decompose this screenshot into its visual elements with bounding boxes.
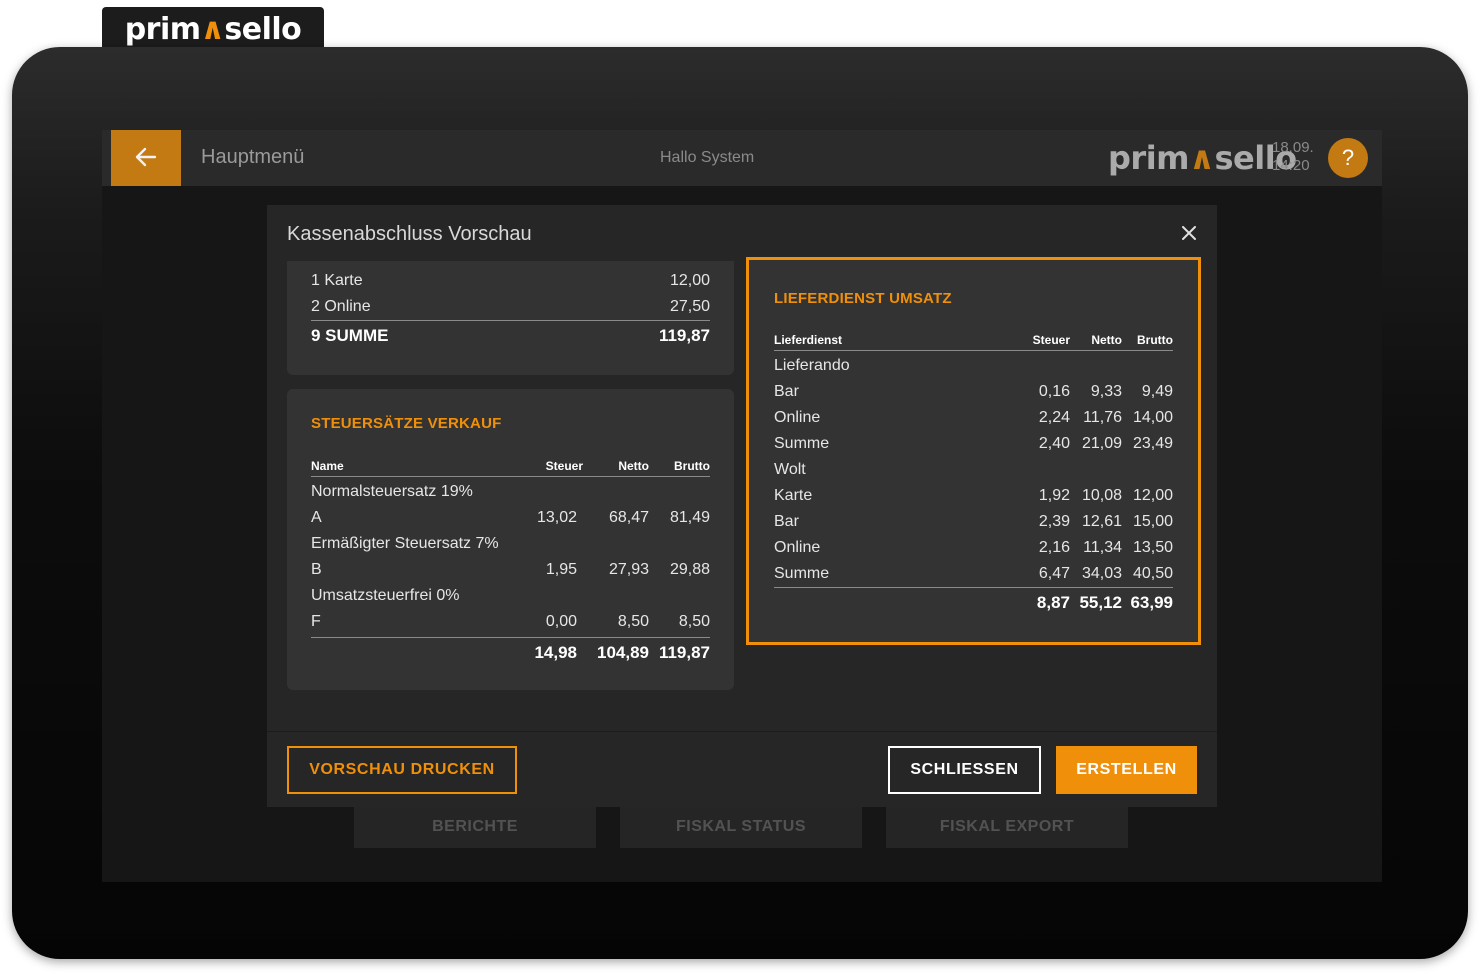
cell-steuer: 2,16 [1038,539,1070,556]
cell-netto: 68,47 [608,509,649,526]
cell-name: Bar [774,383,799,400]
tax-rates-title: STEUERSÄTZE VERKAUF [311,415,502,432]
payment-total-row: 9 SUMME 119,87 [311,320,710,350]
cell-name: Lieferando [774,357,850,374]
delivery-revenue-card: LIEFERDIENST UMSATZ Lieferdienst Steuer … [746,257,1201,645]
cell-name: F [311,613,321,630]
close-dialog-button[interactable]: SCHLIESSEN [888,746,1041,794]
payments-card: 1 Karte 12,00 2 Online 27,50 9 SUMME 119,87 [287,261,734,375]
cell-brutto: 8,50 [678,613,710,630]
menu-title: Hauptmenü [201,146,305,168]
time-text: 14:20 [1272,157,1310,174]
cell-netto: 10,08 [1081,487,1122,504]
cell-name: Wolt [774,461,806,478]
cell-steuer: 1,92 [1038,487,1070,504]
cell-brutto: 13,50 [1132,539,1173,556]
cell-netto: 12,61 [1081,513,1122,530]
table-row: Online 2,24 11,76 14,00 [774,405,1173,431]
table-row: Ermäßigter Steuersatz 7% [311,531,710,557]
cell-name: A [311,509,322,526]
primasello-logo: prim∧sello [1108,139,1297,177]
table-row: Summe 2,40 21,09 23,49 [774,431,1173,457]
cell-name: Karte [774,487,813,504]
help-button[interactable]: ? [1328,138,1368,178]
cell-netto: 11,34 [1083,539,1122,556]
cell-name: B [311,561,322,578]
delivery-total-row: 8,87 55,12 63,99 [774,587,1173,617]
create-button[interactable]: ERSTELLEN [1056,746,1197,794]
cell-name: Summe [774,565,830,582]
cell-netto: 8,50 [617,613,649,630]
table-header: Name Steuer Netto Brutto [311,455,710,477]
cell-steuer: 2,39 [1038,513,1070,530]
pos-screen: Hauptmenü Hallo System prim∧sello 18.09.… [102,130,1382,882]
cell-name: Umsatzsteuerfrei 0% [311,587,460,604]
cell-name: Normalsteuersatz 19% [311,483,473,500]
brand-tab: prim∧sello [102,7,324,51]
cell-name: Ermäßigter Steuersatz 7% [311,535,499,552]
help-icon: ? [1341,145,1355,170]
table-row: B 1,95 27,93 29,88 [311,557,710,583]
table-row: Wolt [774,457,1173,483]
cell-brutto: 29,88 [669,561,710,578]
close-preview-dialog: Kassenabschluss Vorschau 1 Karte 12,00 2 … [267,205,1217,807]
tax-total-row: 14,98 104,89 119,87 [311,637,710,667]
table-row: Summe 6,47 34,03 40,50 [774,561,1173,587]
tax-rates-card: STEUERSÄTZE VERKAUF Name Steuer Netto Br… [287,389,734,690]
cell-steuer: 0,16 [1038,383,1070,400]
table-header: Lieferdienst Steuer Netto Brutto [774,329,1173,351]
date-time: 18.09. 14:20 [1272,139,1314,175]
cell-name: Summe [774,435,830,452]
back-button[interactable] [111,130,181,186]
cell-brutto: 12,00 [1132,487,1173,504]
payment-row: 2 Online 27,50 [311,298,710,315]
table-row: Bar 2,39 12,61 15,00 [774,509,1173,535]
table-row: A 13,02 68,47 81,49 [311,505,710,531]
table-row: Bar 0,16 9,33 9,49 [774,379,1173,405]
cell-steuer: 6,47 [1038,565,1070,582]
payment-row: 1 Karte 12,00 [311,272,710,289]
table-row: Umsatzsteuerfrei 0% [311,583,710,609]
cell-steuer: 13,02 [536,509,577,526]
table-row: F 0,00 8,50 8,50 [311,609,710,635]
primasello-logo: prim∧sello [124,11,302,47]
cell-steuer: 2,24 [1038,409,1070,426]
cell-brutto: 23,49 [1132,435,1173,452]
print-preview-button[interactable]: VORSCHAU DRUCKEN [287,746,517,794]
cell-brutto: 14,00 [1132,409,1173,426]
close-icon [1182,219,1196,246]
cell-name: Online [774,539,821,556]
dialog-title: Kassenabschluss Vorschau [287,223,532,245]
close-button[interactable] [1177,219,1201,245]
cell-netto: 21,09 [1081,435,1122,452]
greeting-text: Hallo System [660,149,755,166]
top-bar: Hauptmenü Hallo System prim∧sello 18.09.… [102,130,1382,186]
delivery-title: LIEFERDIENST UMSATZ [774,290,952,307]
cell-name: Online [774,409,821,426]
cell-name: Bar [774,513,799,530]
cell-netto: 34,03 [1081,565,1122,582]
cell-steuer: 0,00 [545,613,577,630]
cell-netto: 27,93 [608,561,649,578]
cell-steuer: 1,95 [545,561,577,578]
cell-netto: 11,76 [1083,409,1122,426]
table-row: Lieferando [774,353,1173,379]
cell-brutto: 15,00 [1132,513,1173,530]
dialog-footer: VORSCHAU DRUCKEN SCHLIESSEN ERSTELLEN [267,731,1217,807]
cell-netto: 9,33 [1090,383,1122,400]
table-row: Normalsteuersatz 19% [311,479,710,505]
cell-brutto: 81,49 [669,509,710,526]
date-text: 18.09. [1272,139,1314,156]
table-row: Online 2,16 11,34 13,50 [774,535,1173,561]
cell-steuer: 2,40 [1038,435,1070,452]
cell-brutto: 40,50 [1132,565,1173,582]
table-row: Karte 1,92 10,08 12,00 [774,483,1173,509]
arrow-left-icon [135,143,157,174]
cell-brutto: 9,49 [1141,383,1173,400]
